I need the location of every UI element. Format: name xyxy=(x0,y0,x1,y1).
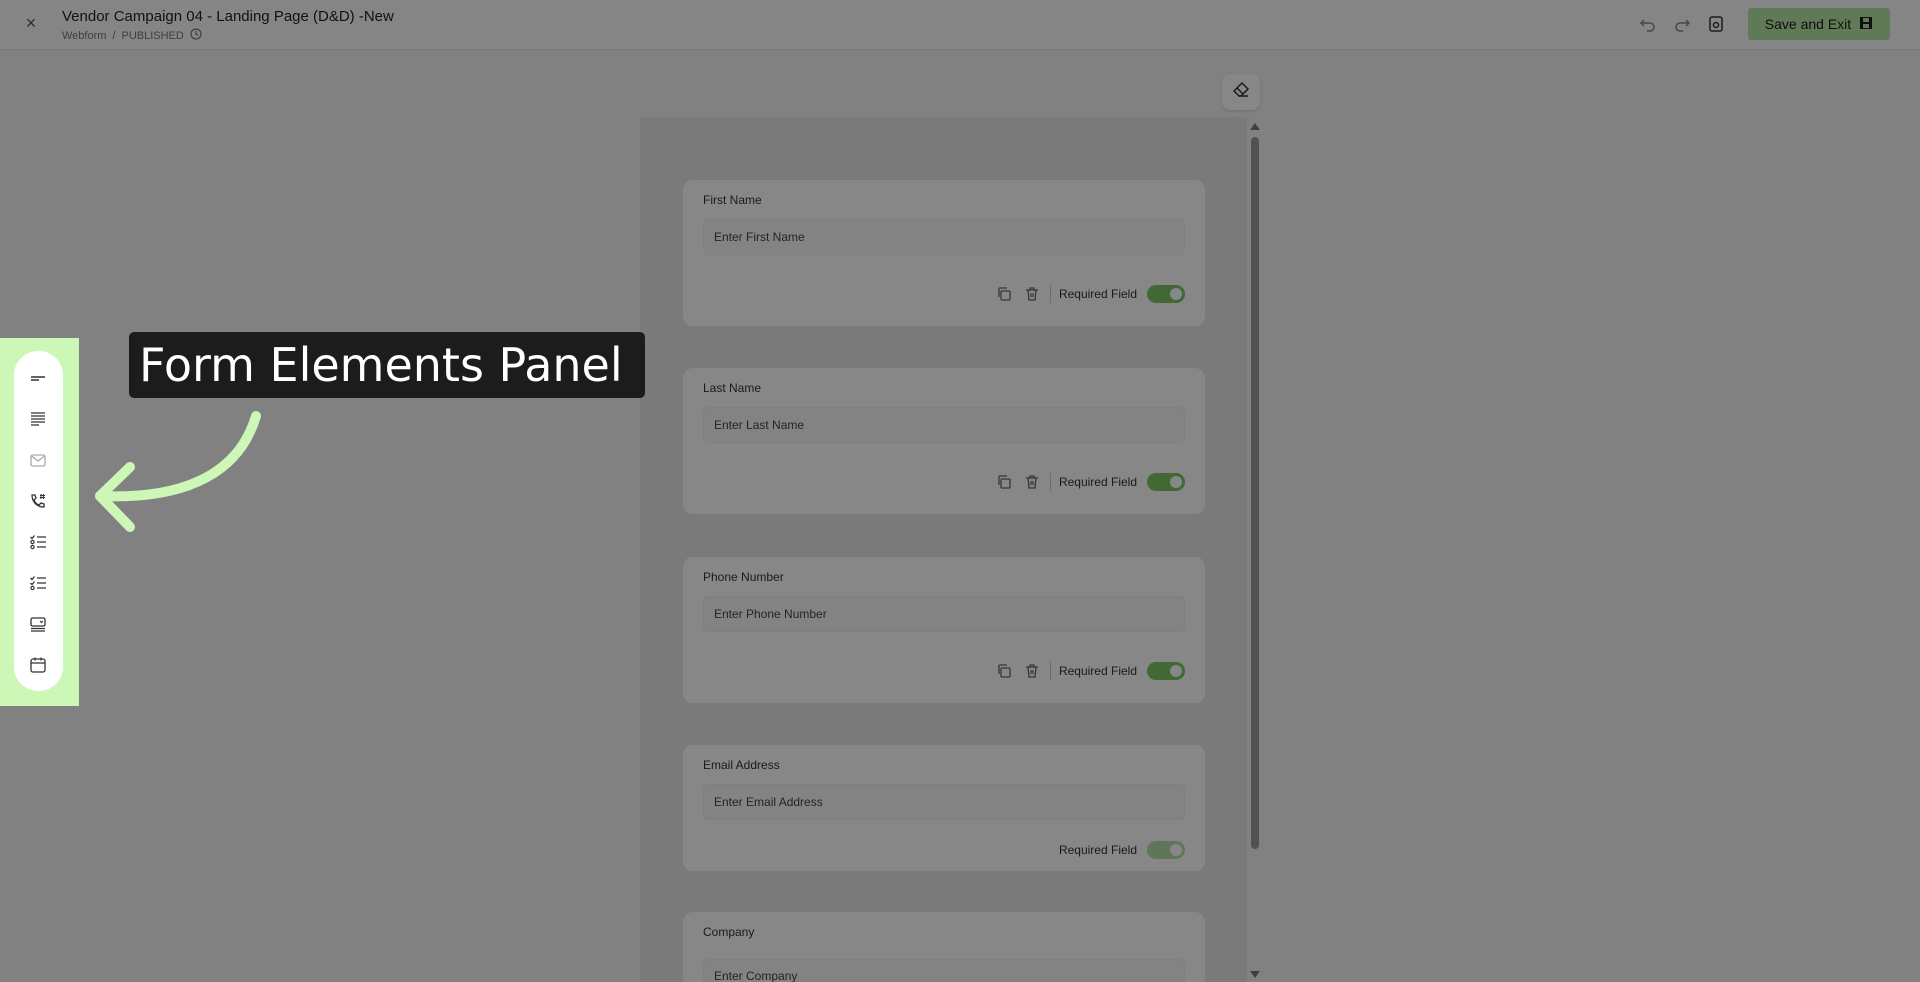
form-elements-panel xyxy=(14,351,63,691)
duplicate-icon[interactable] xyxy=(990,282,1018,306)
phone-number-input[interactable]: Enter Phone Number xyxy=(703,596,1185,632)
field-actions: Required Field xyxy=(1059,838,1185,862)
clear-form-button[interactable] xyxy=(1222,74,1260,110)
scroll-thumb[interactable] xyxy=(1251,137,1259,849)
breadcrumb-separator: / xyxy=(112,29,116,42)
required-toggle[interactable] xyxy=(1147,473,1185,491)
breadcrumb: Webform / PUBLISHED xyxy=(62,28,202,43)
scroll-up-arrow[interactable] xyxy=(1250,123,1260,130)
field-card-phone-number[interactable]: Phone Number Enter Phone Number Required… xyxy=(683,557,1205,703)
save-button-label: Save and Exit xyxy=(1764,16,1852,32)
close-icon[interactable]: × xyxy=(22,14,40,32)
single-choice-icon[interactable] xyxy=(26,530,50,554)
email-icon[interactable] xyxy=(26,448,50,472)
eraser-icon xyxy=(1232,81,1250,104)
short-text-icon[interactable] xyxy=(26,366,50,390)
required-field-label: Required Field xyxy=(1058,287,1137,301)
save-icon xyxy=(1859,16,1873,33)
scroll-down-arrow[interactable] xyxy=(1250,971,1260,978)
field-card-email-address[interactable]: Email Address Enter Email Address Requir… xyxy=(683,745,1205,871)
field-card-first-name[interactable]: First Name Enter First Name Required Fie… xyxy=(683,180,1205,326)
trash-icon[interactable] xyxy=(1018,470,1046,494)
breadcrumb-type[interactable]: Webform xyxy=(62,30,106,42)
callout-label: Form Elements Panel xyxy=(129,332,645,398)
divider xyxy=(1049,473,1051,491)
email-address-input[interactable]: Enter Email Address xyxy=(703,784,1185,820)
status-badge: PUBLISHED xyxy=(121,29,184,42)
required-field-label: Required Field xyxy=(1058,843,1137,857)
field-card-company[interactable]: Company Enter Company xyxy=(683,912,1205,982)
divider xyxy=(1049,662,1051,680)
required-field-label: Required Field xyxy=(1058,475,1137,489)
field-label: Email Address xyxy=(703,758,780,772)
required-toggle[interactable] xyxy=(1147,285,1185,303)
multi-choice-icon[interactable] xyxy=(26,571,50,595)
field-actions: Required Field xyxy=(990,282,1185,306)
first-name-input[interactable]: Enter First Name xyxy=(703,219,1185,255)
company-input[interactable]: Enter Company xyxy=(703,959,1185,982)
form-scrollbar[interactable] xyxy=(1248,117,1262,982)
clock-icon[interactable] xyxy=(190,28,202,43)
paragraph-icon[interactable] xyxy=(26,407,50,431)
top-bar: × Vendor Campaign 04 - Landing Page (D&D… xyxy=(0,0,1920,50)
required-toggle[interactable] xyxy=(1147,662,1185,680)
field-label: Company xyxy=(703,925,755,939)
required-field-label: Required Field xyxy=(1058,664,1137,678)
undo-icon[interactable] xyxy=(1637,13,1659,35)
date-icon[interactable] xyxy=(26,653,50,677)
trash-icon[interactable] xyxy=(1018,659,1046,683)
field-card-last-name[interactable]: Last Name Enter Last Name Required Field xyxy=(683,368,1205,514)
field-label: Last Name xyxy=(703,381,762,395)
divider xyxy=(1049,285,1051,303)
required-toggle[interactable] xyxy=(1147,841,1185,859)
save-and-exit-button[interactable]: Save and Exit xyxy=(1748,8,1890,40)
field-label: Phone Number xyxy=(703,570,784,584)
duplicate-icon[interactable] xyxy=(990,659,1018,683)
last-name-input[interactable]: Enter Last Name xyxy=(703,407,1185,443)
page-title: Vendor Campaign 04 - Landing Page (D&D) … xyxy=(62,8,394,25)
field-actions: Required Field xyxy=(990,659,1185,683)
field-label: First Name xyxy=(703,193,762,207)
dropdown-icon[interactable] xyxy=(26,612,50,636)
callout-arrow-icon xyxy=(80,400,270,545)
trash-icon[interactable] xyxy=(1018,282,1046,306)
field-actions: Required Field xyxy=(990,470,1185,494)
redo-icon[interactable] xyxy=(1671,13,1693,35)
preview-icon[interactable] xyxy=(1705,13,1727,35)
duplicate-icon[interactable] xyxy=(990,470,1018,494)
phone-icon[interactable] xyxy=(26,489,50,513)
